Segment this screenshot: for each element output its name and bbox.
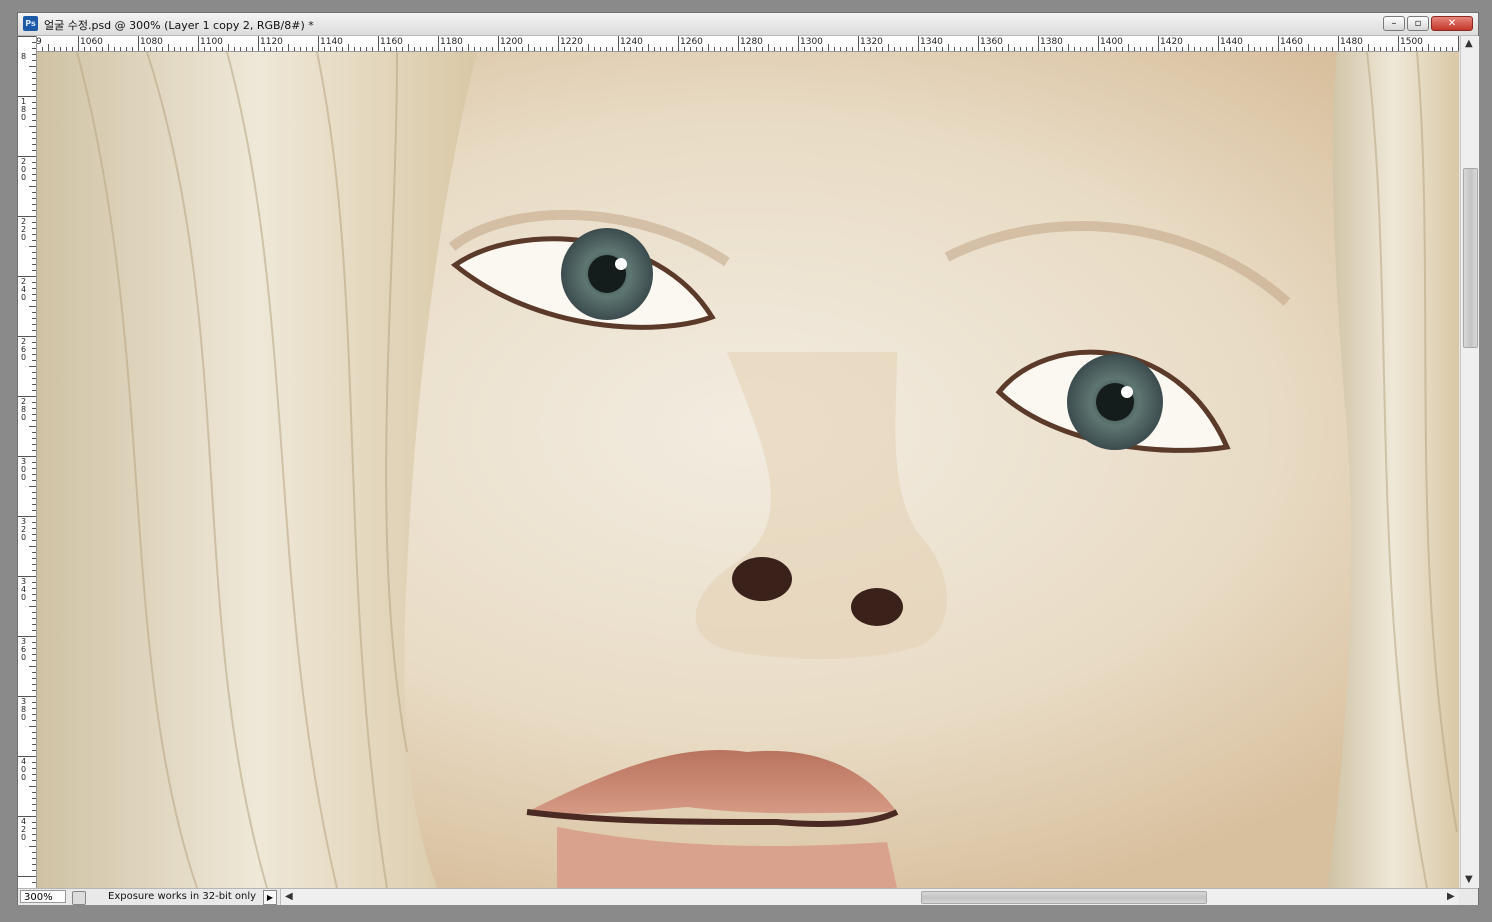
ruler-label: 360 xyxy=(20,637,27,662)
ruler-label: 1120 xyxy=(260,37,283,47)
document-window: Ps 얼굴 수정.psd @ 300% (Layer 1 copy 2, RGB… xyxy=(17,12,1479,905)
status-menu-button[interactable]: ▶ xyxy=(263,890,277,905)
ruler-label: 1140 xyxy=(320,37,343,47)
vertical-ruler[interactable]: 8 180 200 220 240 260 280 300 320 340 360 380 400 42… xyxy=(18,36,37,888)
ruler-label: 380 xyxy=(20,697,27,722)
scroll-left-icon[interactable]: ◀ xyxy=(285,891,293,902)
restore-icon: ▫ xyxy=(1414,18,1422,29)
ruler-label: 1280 xyxy=(740,37,763,47)
close-icon: ✕ xyxy=(1447,18,1457,29)
ruler-label: 1180 xyxy=(440,37,463,47)
photoshop-icon: Ps xyxy=(23,16,38,31)
ruler-label: 1460 xyxy=(1280,37,1303,47)
ruler-label: 340 xyxy=(20,577,27,602)
scroll-right-icon[interactable]: ▶ xyxy=(1447,891,1455,902)
ruler-label: 1480 xyxy=(1340,37,1363,47)
ruler-label: 1080 xyxy=(140,37,163,47)
image-canvas[interactable] xyxy=(37,52,1459,888)
ruler-label: 400 xyxy=(20,757,27,782)
ruler-label: 1380 xyxy=(1040,37,1063,47)
ruler-label: 1440 xyxy=(1220,37,1243,47)
ruler-label: 260 xyxy=(20,337,27,362)
ruler-label: 240 xyxy=(20,277,27,302)
ruler-label: 1420 xyxy=(1160,37,1183,47)
ruler-label: 1400 xyxy=(1100,37,1123,47)
ruler-label: 1320 xyxy=(860,37,883,47)
ruler-label: 1260 xyxy=(680,37,703,47)
vertical-scroll-thumb[interactable] xyxy=(1463,168,1478,348)
minimize-button[interactable]: – xyxy=(1383,16,1405,31)
status-bar: 300% Exposure works in 32-bit only ▶ ◀ ▶ xyxy=(18,888,1478,905)
portrait-image xyxy=(37,52,1459,888)
ruler-label: 220 xyxy=(20,217,27,242)
horizontal-ruler[interactable]: 9 1060 1080 1100 1120 1140 1160 1180 1200 1220 12… xyxy=(36,36,1459,52)
ruler-label: 180 xyxy=(20,97,27,122)
ruler-label-partial: 8 xyxy=(20,52,27,61)
document-title: 얼굴 수정.psd @ 300% (Layer 1 copy 2, RGB/8#… xyxy=(44,19,314,32)
status-message: Exposure works in 32-bit only xyxy=(108,891,257,902)
ruler-label: 300 xyxy=(20,457,27,482)
close-button[interactable]: ✕ xyxy=(1431,16,1473,31)
title-bar[interactable]: Ps 얼굴 수정.psd @ 300% (Layer 1 copy 2, RGB… xyxy=(18,13,1478,36)
horizontal-scrollbar[interactable]: ◀ ▶ xyxy=(280,889,1459,905)
scroll-up-icon[interactable]: ▲ xyxy=(1465,38,1473,49)
zoom-field[interactable]: 300% xyxy=(20,890,66,903)
vertical-scrollbar[interactable]: ▲ ▼ xyxy=(1460,36,1479,888)
ruler-label: 320 xyxy=(20,517,27,542)
ruler-label: 420 xyxy=(20,817,27,842)
ruler-label: 280 xyxy=(20,397,27,422)
ruler-label: 1220 xyxy=(560,37,583,47)
ruler-label: 1360 xyxy=(980,37,1003,47)
ruler-label: 1340 xyxy=(920,37,943,47)
minimize-icon: – xyxy=(1391,18,1397,29)
ruler-label: 1240 xyxy=(620,37,643,47)
ruler-label: 1100 xyxy=(200,37,223,47)
horizontal-scroll-thumb[interactable] xyxy=(921,891,1207,904)
ruler-label: 1500 xyxy=(1400,37,1423,47)
ruler-label: 1160 xyxy=(380,37,403,47)
ruler-label: 1060 xyxy=(80,37,103,47)
scroll-down-icon[interactable]: ▼ xyxy=(1465,874,1473,885)
ruler-label: 1300 xyxy=(800,37,823,47)
ruler-label: 200 xyxy=(20,157,27,182)
status-info-icon[interactable] xyxy=(72,891,86,905)
restore-button[interactable]: ▫ xyxy=(1407,16,1429,31)
ruler-label: 1200 xyxy=(500,37,523,47)
